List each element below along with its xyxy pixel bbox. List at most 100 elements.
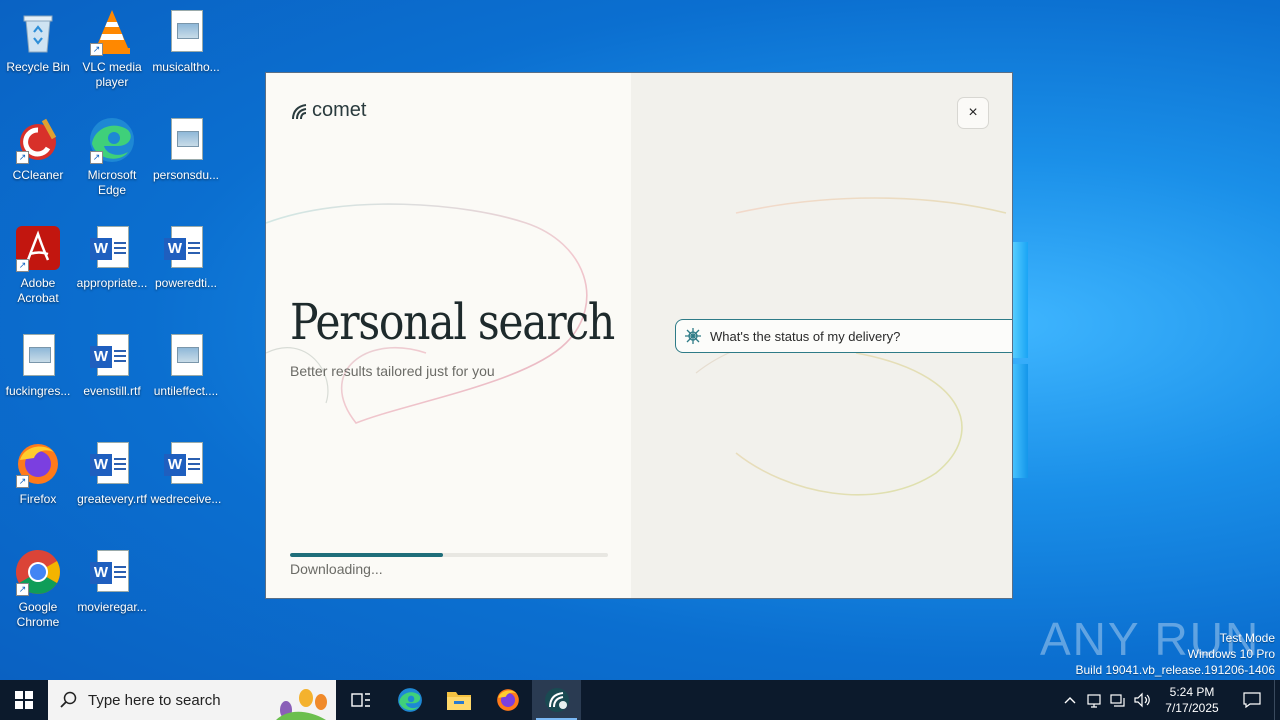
notification-icon (1243, 692, 1261, 708)
chrome-icon: ↗ (14, 548, 62, 596)
speaker-icon (1134, 692, 1150, 708)
subheadline: Better results tailored just for you (290, 363, 495, 379)
desktop-icon-recycle-bin[interactable]: Recycle Bin (0, 8, 76, 75)
shortcut-arrow-icon: ↗ (90, 43, 103, 56)
search-input[interactable] (88, 691, 268, 709)
action-center-button[interactable] (1230, 680, 1274, 720)
desktop-icon-file[interactable]: W appropriate... (74, 224, 150, 291)
start-button[interactable] (0, 680, 48, 720)
ccleaner-icon: ↗ (14, 116, 62, 164)
image-file-icon (162, 332, 210, 380)
clock-date: 7/17/2025 (1165, 701, 1219, 715)
desktop-icon-label: Recycle Bin (6, 60, 70, 74)
comet-logo: comet (290, 99, 366, 122)
tray-network[interactable] (1106, 680, 1130, 720)
desktop-icon-firefox[interactable]: ↗ Firefox (0, 440, 76, 507)
shortcut-arrow-icon: ↗ (16, 151, 29, 164)
taskbar-edge[interactable] (385, 680, 434, 720)
desktop-icon-label: personsdu... (152, 168, 220, 182)
desktop-icon-adobe-acrobat[interactable]: ↗ Adobe Acrobat (0, 224, 76, 306)
comet-icon (292, 103, 307, 119)
device-icon (1087, 694, 1101, 708)
desktop-icon-microsoft-edge[interactable]: ↗ Microsoft Edge (74, 116, 150, 198)
image-file-icon (162, 116, 210, 164)
windows-logo-icon (15, 691, 33, 709)
download-progress-fill (290, 553, 443, 557)
image-file-icon (162, 8, 210, 56)
system-tray: 5:24 PM 7/17/2025 (1058, 680, 1280, 720)
desktop-icon-label: appropriate... (76, 276, 148, 290)
desktop-icon-label: untileffect.... (153, 384, 219, 398)
show-desktop-button[interactable] (1274, 680, 1280, 720)
taskbar-file-explorer[interactable] (434, 680, 483, 720)
sample-query-text: What's the status of my delivery? (710, 328, 901, 344)
taskbar-search[interactable] (48, 680, 336, 720)
search-icon (60, 691, 77, 708)
tray-volume[interactable] (1130, 680, 1154, 720)
shortcut-arrow-icon: ↗ (90, 151, 103, 164)
desktop-icon-file[interactable]: personsdu... (148, 116, 224, 183)
desktop-icon-label: poweredti... (154, 276, 218, 290)
clock-time: 5:24 PM (1169, 685, 1215, 699)
desktop-icon-file[interactable]: untileffect.... (148, 332, 224, 399)
taskbar-clock[interactable]: 5:24 PM 7/17/2025 (1154, 684, 1230, 716)
word-file-icon: W (162, 224, 210, 272)
desktop-icon-vlc[interactable]: ↗ VLC media player (74, 8, 150, 90)
desktop-icon-label: fuckingres... (5, 384, 71, 398)
vlc-icon: ↗ (88, 8, 136, 56)
acrobat-icon: ↗ (14, 224, 62, 272)
desktop-icon-file[interactable]: W evenstill.rtf (74, 332, 150, 399)
system-info: Test Mode Windows 10 Pro Build 19041.vb_… (1076, 630, 1276, 678)
file-explorer-icon (446, 692, 471, 710)
tray-security[interactable] (1082, 680, 1106, 720)
word-file-icon: W (88, 224, 136, 272)
word-file-icon: W (162, 440, 210, 488)
build-text: Build 19041.vb_release.191206-1406 (1075, 663, 1276, 677)
shortcut-arrow-icon: ↗ (16, 583, 29, 596)
desktop-icon-ccleaner[interactable]: ↗ CCleaner (0, 116, 76, 183)
installer-window: comet × Personal search Better results t… (265, 72, 1013, 599)
sparkle-icon (685, 328, 701, 344)
desktop-icon-google-chrome[interactable]: ↗ Google Chrome (0, 548, 76, 630)
edge-icon (397, 688, 422, 712)
network-icon (1110, 694, 1125, 707)
edition-text: Windows 10 Pro (1187, 647, 1275, 661)
desktop-icon-file[interactable]: musicaltho... (148, 8, 224, 75)
wallpaper-beam (1012, 364, 1028, 478)
desktop-icon-file[interactable]: W greatevery.rtf (74, 440, 150, 507)
test-mode-text: Test Mode (1219, 631, 1275, 645)
desktop-icon-file[interactable]: W poweredti... (148, 224, 224, 291)
word-file-icon: W (88, 332, 136, 380)
desktop-icon-label: evenstill.rtf (83, 384, 141, 398)
wallpaper-beam (1012, 242, 1028, 358)
comet-icon (544, 688, 569, 712)
chevron-up-icon (1064, 697, 1076, 704)
taskbar-comet[interactable] (532, 680, 581, 720)
desktop-icon-file[interactable]: W wedreceive... (148, 440, 224, 507)
firefox-icon: ↗ (14, 440, 62, 488)
desktop-icon-label: Adobe Acrobat (17, 276, 59, 305)
headline: Personal search (290, 293, 615, 351)
taskbar: 5:24 PM 7/17/2025 (0, 680, 1280, 720)
search-highlight-flowers-icon (276, 689, 327, 720)
close-button[interactable]: × (957, 97, 989, 129)
desktop-icon-label: Firefox (19, 492, 57, 506)
word-file-icon: W (88, 548, 136, 596)
task-view-icon (350, 693, 370, 707)
desktop-icon-label: VLC media player (82, 60, 142, 89)
desktop-icon-label: Microsoft Edge (87, 168, 137, 197)
tray-overflow-button[interactable] (1058, 680, 1082, 720)
desktop-icon-file[interactable]: W movieregar... (74, 548, 150, 615)
sample-query-chip: What's the status of my delivery? (675, 319, 1012, 353)
shortcut-arrow-icon: ↗ (16, 259, 29, 272)
desktop-icon-label: CCleaner (12, 168, 64, 182)
edge-icon: ↗ (88, 116, 136, 164)
task-view-button[interactable] (336, 680, 385, 720)
desktop-icon-label: greatevery.rtf (77, 492, 147, 506)
word-file-icon: W (88, 440, 136, 488)
taskbar-firefox[interactable] (483, 680, 532, 720)
desktop-icon-file[interactable]: fuckingres... (0, 332, 76, 399)
recycle-bin-icon (14, 8, 62, 56)
desktop-icon-label: wedreceive... (150, 492, 222, 506)
close-icon: × (968, 104, 978, 121)
